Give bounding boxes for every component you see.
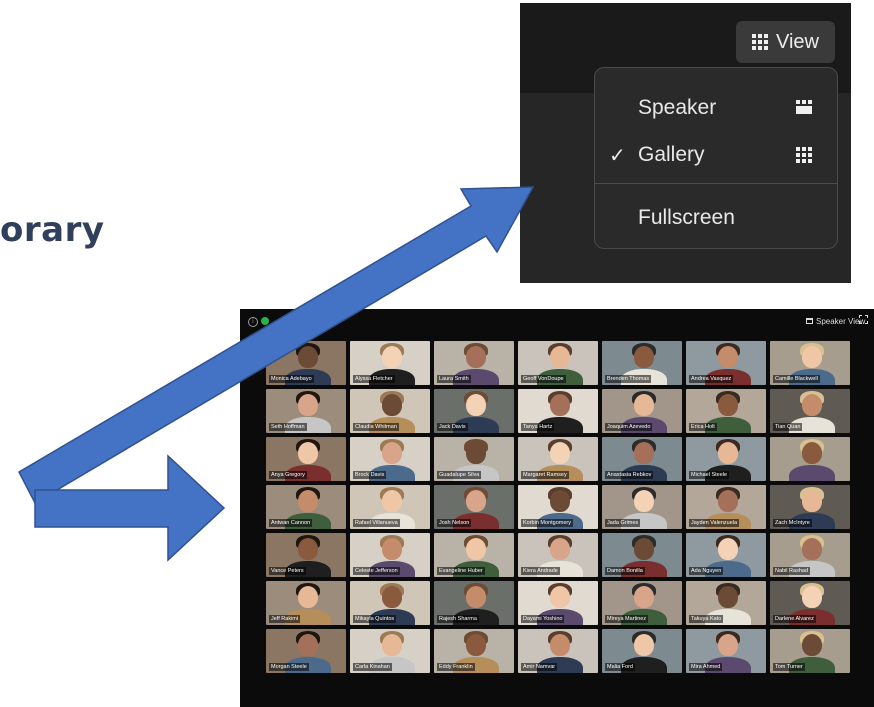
annotation-arrows — [18, 186, 535, 562]
diagonal-arrow — [18, 186, 535, 505]
